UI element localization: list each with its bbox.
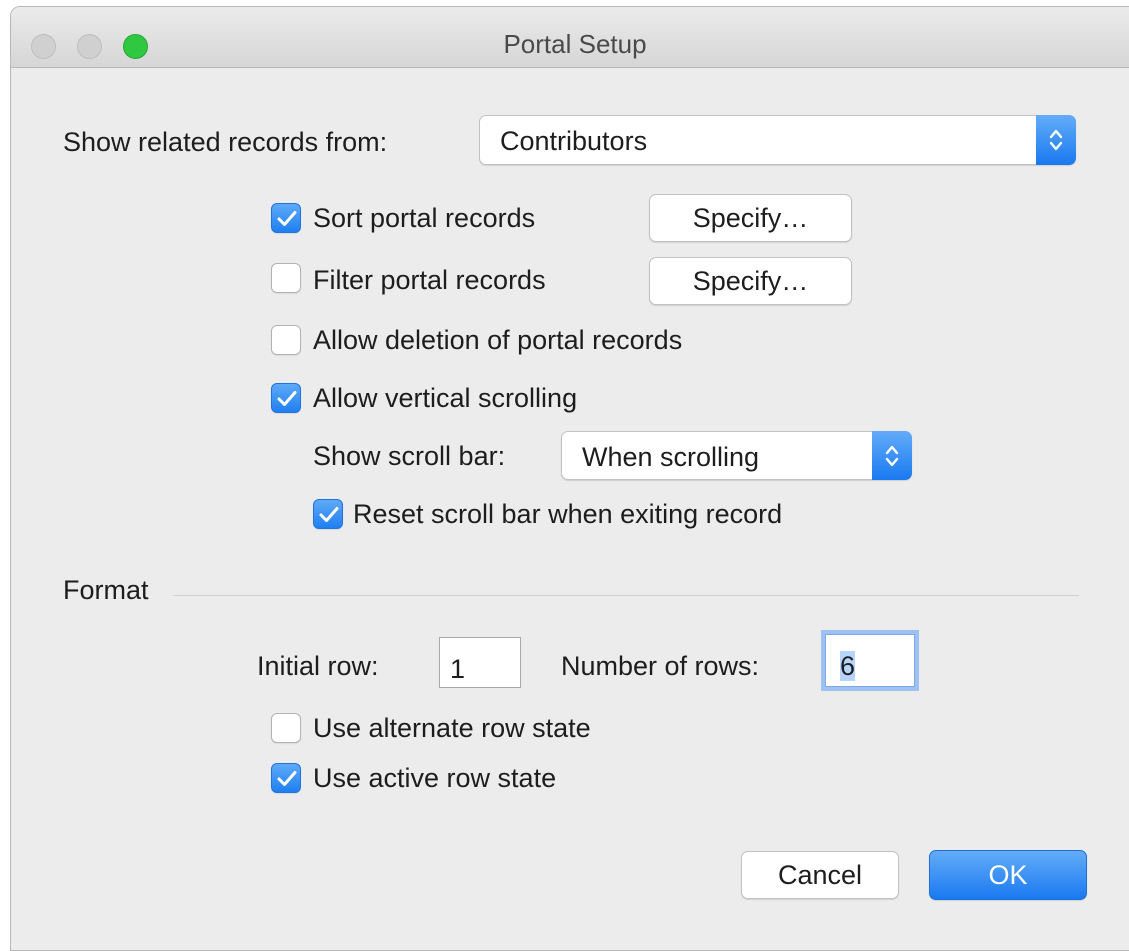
allow-vertical-scrolling-label: Allow vertical scrolling — [313, 383, 578, 413]
active-row-state-label: Use active row state — [313, 763, 557, 793]
filter-portal-records-label: Filter portal records — [313, 265, 546, 295]
active-row-state-checkbox[interactable] — [271, 763, 301, 793]
filter-specify-button[interactable]: Specify… — [649, 257, 852, 305]
show-scroll-bar-value: When scrolling — [582, 442, 760, 472]
cancel-button[interactable]: Cancel — [741, 851, 899, 899]
checkmark-icon — [319, 507, 339, 522]
number-of-rows-value: 6 — [840, 651, 856, 681]
portal-setup-dialog: Portal Setup Show related records from: … — [10, 6, 1129, 951]
related-table-value: Contributors — [500, 126, 648, 156]
filter-portal-records-checkbox[interactable] — [271, 263, 301, 293]
title-bar[interactable]: Portal Setup — [11, 7, 1129, 68]
related-table-popup[interactable]: Contributors — [479, 115, 1076, 165]
show-scroll-bar-popup[interactable]: When scrolling — [561, 431, 912, 480]
show-scroll-bar-label: Show scroll bar: — [313, 441, 506, 471]
format-divider — [173, 595, 1079, 596]
number-of-rows-field[interactable]: 6 — [825, 634, 915, 687]
alternate-row-state-label: Use alternate row state — [313, 713, 591, 743]
chevron-updown-icon — [1036, 115, 1076, 165]
format-heading: Format — [63, 575, 149, 605]
checkmark-icon — [277, 771, 297, 786]
related-records-label: Show related records from: — [63, 127, 388, 157]
number-of-rows-label: Number of rows: — [561, 651, 760, 681]
checkmark-icon — [277, 391, 297, 406]
reset-scroll-bar-checkbox[interactable] — [313, 499, 343, 529]
allow-deletion-label: Allow deletion of portal records — [313, 325, 683, 355]
alternate-row-state-checkbox[interactable] — [271, 713, 301, 743]
sort-portal-records-label: Sort portal records — [313, 203, 536, 233]
allow-deletion-checkbox[interactable] — [271, 325, 301, 355]
window-title: Portal Setup — [503, 29, 647, 59]
checkmark-icon — [277, 211, 297, 226]
sort-specify-button[interactable]: Specify… — [649, 194, 852, 242]
initial-row-value: 1 — [450, 654, 466, 684]
reset-scroll-bar-label: Reset scroll bar when exiting record — [353, 499, 783, 529]
ok-button[interactable]: OK — [929, 850, 1087, 900]
allow-vertical-scrolling-checkbox[interactable] — [271, 383, 301, 413]
initial-row-field[interactable]: 1 — [439, 637, 521, 688]
chevron-updown-icon — [872, 431, 912, 480]
initial-row-label: Initial row: — [257, 651, 379, 681]
sort-portal-records-checkbox[interactable] — [271, 203, 301, 233]
